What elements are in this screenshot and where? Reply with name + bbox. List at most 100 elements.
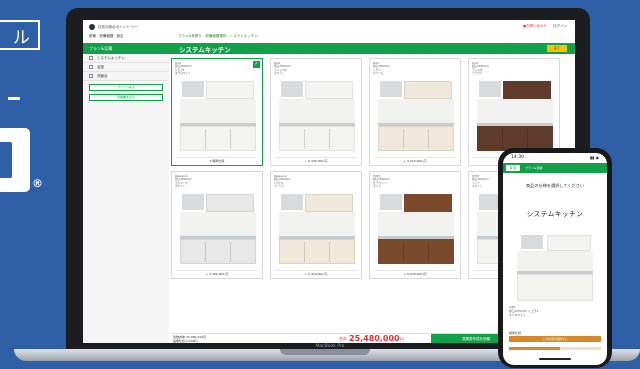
lower-cabinet [378,239,454,264]
cabinet-divider [304,129,305,149]
brand-logo-tile [0,128,30,192]
product-card[interactable]: LIXIL 間口2550mm シエラS オフホワイト ✓ ¥ 標準仕様 [171,58,263,166]
login-link[interactable]: ログイン [553,24,567,29]
sidebar: システムキッチン 浴室 洗面台 プランへ戻る 見積書を表示 [83,54,169,343]
show-estimate-button[interactable]: 見積書を表示 [89,94,163,101]
range-hood [380,81,402,97]
kitchen-wall [517,251,593,271]
checkbox-icon[interactable] [89,65,93,69]
contact-link[interactable]: ●お問い合わせ [523,24,547,29]
complete-button[interactable]: 完了 [547,45,567,52]
home-indicator [539,358,571,360]
upper-cabinet [503,81,551,99]
cabinet-divider [304,242,305,262]
total-amount: 25,480,000 [349,334,400,343]
product-card[interactable]: LIXIL 間口2550mm ノクト クリーム + ¥ 215,000 円 [369,58,461,166]
summary-line: 設備仕様 0,000円 [173,339,198,343]
checkbox-icon[interactable] [89,74,93,78]
sidebar-item-label: 洗面台 [97,73,108,78]
app-logo-icon[interactable] [89,24,95,30]
phone-spec-label: 標準仕様 [509,331,522,335]
cabinet-divider [205,129,206,149]
range-hood [380,194,402,210]
product-meta: LIXIL 間口2550mm リシェルSI ホワイト [274,62,291,76]
header-links: ●お問い合わせ ログイン [523,24,567,29]
product-meta: LIXIL 間口2550mm アレスタ ブラウン [472,62,489,76]
cabinet-divider [205,242,206,262]
laptop-notch [280,349,370,355]
kitchen-wall [180,99,256,123]
registered-mark: ® [32,177,43,190]
page-title: システムキッチン [179,45,231,54]
sidebar-item-label: 浴室 [97,64,104,69]
total-unit: 円 [399,337,404,342]
kitchen-wall [180,212,256,236]
total-label: 合計 [339,336,347,341]
back-to-plan-button[interactable]: プランへ戻る [89,84,163,91]
select-spec-button[interactable]: この仕様を選択する [509,336,601,342]
product-price: + ¥ 345,000 円 [275,157,357,163]
meta-line: オフホワイト [509,312,526,317]
laptop-label: MacBook Pro [315,344,345,349]
cabinet-divider [329,129,330,149]
sidebar-item-bath[interactable]: 浴室 [83,63,169,72]
cabinet-divider [428,129,429,149]
range-hood [479,81,501,97]
cabinet-divider [230,242,231,262]
product-price: + ¥ 215,000 円 [374,157,456,163]
product-card[interactable]: LIXIL 間口2550mm リシェルSI ホワイト + ¥ 345,000 円 [270,58,362,166]
product-price: + ¥ 410,000 円 [275,270,357,276]
signal-icon: ▮▮ ◉ [589,155,599,160]
phone-instruction: 商品の仕様を選択してください [525,183,585,188]
phone-page-title: システムキッチン [526,210,584,218]
kitchen-wall [477,99,553,123]
lower-cabinet [279,239,355,264]
breadcrumb[interactable]: プラン&見積り › 設備機器選択 › システムキッチン [178,34,258,39]
cabinet-divider [502,129,503,149]
phone-screen: 14:30 ▮▮ ◉ 戻る プラン&見積 商品の仕様を選択してください システム… [503,153,607,365]
range-hood [182,81,204,97]
kitchen-wall [378,99,454,123]
product-price: ¥ 標準仕様 [176,157,258,163]
product-card[interactable]: Panasonic 間口2550mm Lクラス ベージュ + ¥ 410,000 円 [270,171,362,279]
product-card[interactable]: TOTO 間口2550mm ザ·クラッソ ウッド + ¥ 520,000 円 [369,171,461,279]
product-price: + ¥ 520,000 円 [374,270,456,276]
range-hood [182,194,204,210]
price-summary: 建物本体 25,480,000円 設備仕様 0,000円 [173,335,206,343]
sub-navigation[interactable]: 新築 · 設備機器 · 設定 [89,34,124,42]
sidebar-item-kitchen[interactable]: システムキッチン [83,54,169,63]
cabinet-divider [428,242,429,262]
range-hood [281,81,303,97]
range-hood [281,194,303,210]
cabinet-divider [527,129,528,149]
kitchen-image [378,81,454,151]
app-header: 住宅の総合ポイント·リー ●お問い合わせ ログイン [83,20,575,34]
kitchen-image [477,81,553,151]
progress-bar [509,347,601,350]
product-meta: TOTO 間口2550mm ミッテ ホワイト [472,175,489,189]
phone-status-bar: 14:30 ▮▮ ◉ [503,153,607,163]
sidebar-item-washbasin[interactable]: 洗面台 [83,72,169,81]
phone-nav-title: プラン&見積 [525,166,543,170]
product-meta: Panasonic 間口2550mm Lクラス ベージュ [274,175,291,189]
meta-line: ホワイト [175,185,186,189]
sidebar-item-label: システムキッチン [97,55,125,60]
upper-cabinet [206,81,254,99]
upper-cabinet [206,194,254,212]
checkbox-icon[interactable] [89,56,93,60]
lower-cabinet [279,126,355,151]
lower-cabinet [517,274,593,301]
product-price: + ¥ 185,000 円 [176,270,258,276]
app-logo-text[interactable]: 住宅の総合ポイント·リー [98,25,138,30]
kitchen-image [279,194,355,264]
back-button[interactable]: 戻る [506,165,520,171]
total-price: 25,480,000円 [349,334,404,343]
meta-line: クリーム [373,72,384,76]
product-card[interactable]: Panasonic 間口2550mm ラクシーナ ホワイト + ¥ 185,000 円 [171,171,263,279]
kitchen-image[interactable] [517,231,593,301]
cabinet-divider [329,242,330,262]
kitchen-wall [279,212,355,236]
meta-line: ベージュ [274,185,285,189]
cabinet-divider [230,129,231,149]
brand-badge: ル [0,20,40,50]
